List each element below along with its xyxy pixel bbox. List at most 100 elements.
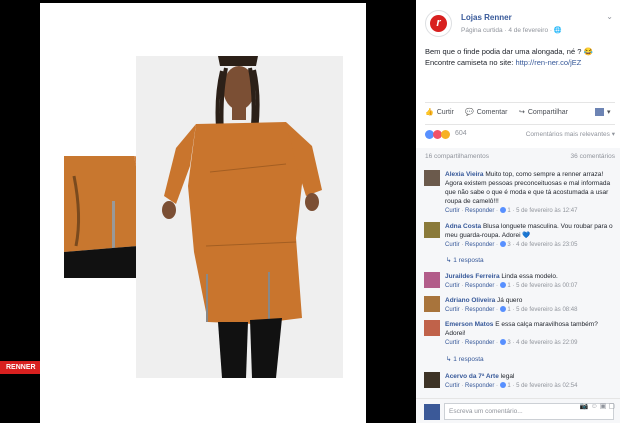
page-name-link[interactable]: Lojas Renner	[461, 13, 512, 22]
comment-like-count: 1	[507, 307, 511, 313]
commenter-name[interactable]: Alexia Vieira	[445, 171, 484, 178]
page-avatar[interactable]: r	[425, 10, 452, 37]
composer-tools: 📷☺▣▢	[580, 402, 617, 410]
comment-time[interactable]: 4 de fevereiro às 23:05	[516, 242, 577, 248]
view-replies-link[interactable]: ↳ 1 resposta	[446, 355, 484, 363]
comment-reply-button[interactable]: Responder	[465, 242, 494, 248]
comment-sort-dropdown[interactable]: Comentários mais relevantes ▾	[526, 130, 615, 138]
like-count-icon	[499, 339, 506, 345]
renner-logo: r	[430, 15, 447, 32]
commenter-name[interactable]: Adna Costa	[445, 223, 481, 230]
avatar[interactable]	[424, 272, 440, 288]
like-count-icon	[499, 282, 506, 288]
comment-like-button[interactable]: Curtir	[445, 242, 460, 248]
post-header: r Lojas Renner Página curtida · 4 de fev…	[425, 10, 615, 40]
comment-like-button[interactable]: Curtir	[445, 208, 460, 214]
comment-footer: Curtir · Responder · 3 · 4 de fevereiro …	[445, 241, 578, 248]
comment-like-count: 1	[507, 208, 511, 214]
renner-brand-tag: RENNER	[0, 361, 40, 374]
avatar[interactable]	[424, 170, 440, 186]
comment-like-count: 3	[507, 242, 511, 248]
replies-count: 1 resposta	[453, 356, 484, 363]
commenter-name[interactable]: Adriano Oliveira	[445, 297, 495, 304]
view-replies-link[interactable]: ↳ 1 resposta	[446, 256, 484, 264]
comment-footer: Curtir · Responder · 1 · 5 de fevereiro …	[445, 382, 578, 389]
emoji-icon[interactable]: ☺	[591, 403, 600, 410]
comment-body: Adna Costa Blusa longuete masculina. Vou…	[445, 222, 613, 250]
comment-body: Juraildes Ferreira Linda essa modelo. Cu…	[445, 272, 613, 291]
comment-like-button[interactable]: Curtir	[445, 340, 460, 346]
share-label: Compartilhar	[527, 108, 568, 116]
like-count-icon	[499, 241, 506, 247]
comment-like-button[interactable]: Curtir	[445, 283, 460, 289]
commenter-name[interactable]: Acervo da 7ª Arte	[445, 373, 499, 380]
divider	[425, 124, 615, 125]
post-text-line1: Bem que o finde podia dar uma alongada, …	[425, 47, 593, 56]
avatar[interactable]	[424, 320, 440, 336]
post-options-icon[interactable]: ⌄	[606, 12, 613, 21]
post-link[interactable]: http://ren-ner.co/jEZ	[515, 58, 581, 67]
comment-time[interactable]: 4 de fevereiro às 22:09	[516, 340, 577, 346]
comment-icon: 💬	[465, 109, 474, 116]
comments-section: 16 compartilhamentos 36 comentários Alex…	[416, 148, 620, 398]
avatar[interactable]	[424, 372, 440, 388]
facebook-photo-theater: RENNER r Lojas Renner Página curtida · 4…	[0, 0, 620, 423]
camera-icon[interactable]: 📷	[580, 403, 591, 410]
comment-like-button[interactable]: Curtir	[445, 307, 460, 313]
comment-time[interactable]: 5 de fevereiro às 00:07	[516, 283, 577, 289]
post-meta-text: Página curtida · 4 de fevereiro ·	[461, 27, 553, 34]
comment-like-count: 1	[507, 283, 511, 289]
comment-text: Já quero	[497, 297, 523, 304]
comment-time[interactable]: 5 de fevereiro às 12:47	[516, 208, 577, 214]
comment-reply-button[interactable]: Responder	[465, 283, 494, 289]
like-icon: 👍	[425, 109, 434, 116]
like-count-icon	[499, 306, 506, 312]
comment-sort-label: Comentários mais relevantes	[525, 131, 610, 138]
like-label: Curtir	[436, 108, 454, 116]
post-text: Bem que o finde podia dar uma alongada, …	[425, 46, 615, 68]
comment-button[interactable]: 💬 Comentar	[465, 108, 508, 117]
post-text-line2: Encontre camiseta no site: http://ren-ne…	[425, 57, 615, 68]
reaction-count: 604	[455, 130, 467, 137]
comment-reply-button[interactable]: Responder	[465, 383, 494, 389]
comment-body: Acervo da 7ª Arte legal Curtir · Respond…	[445, 372, 613, 391]
post-photo	[40, 3, 366, 423]
commenter-name[interactable]: Emerson Matos	[445, 321, 493, 328]
comment-footer: Curtir · Responder · 1 · 5 de fevereiro …	[445, 282, 578, 289]
commenter-name[interactable]: Juraildes Ferreira	[445, 273, 500, 280]
reactions-bar[interactable]: 604 Comentários mais relevantes ▾	[425, 128, 615, 142]
avatar[interactable]	[424, 222, 440, 238]
comment-footer: Curtir · Responder · 3 · 4 de fevereiro …	[445, 339, 578, 346]
comment-time[interactable]: 5 de fevereiro às 08:48	[516, 307, 577, 313]
comment-reply-button[interactable]: Responder	[465, 340, 494, 346]
haha-reaction-icon	[441, 130, 450, 139]
comment-composer: Escreva um comentário... 📷☺▣▢	[416, 398, 620, 423]
share-icon: ↪	[519, 109, 525, 116]
avatar[interactable]	[424, 296, 440, 312]
comment-time[interactable]: 5 de fevereiro às 02:54	[516, 383, 577, 389]
engagement-counts: 16 compartilhamentos 36 comentários	[425, 153, 615, 160]
share-as-selector[interactable]: ▾	[595, 108, 611, 116]
comment-like-button[interactable]: Curtir	[445, 383, 460, 389]
divider	[425, 102, 615, 103]
chevron-down-icon: ▾	[607, 109, 611, 116]
share-count[interactable]: 16 compartilhamentos	[425, 153, 489, 160]
comment-body: Adriano Oliveira Já quero Curtir · Respo…	[445, 296, 613, 315]
comment-label: Comentar	[476, 108, 508, 116]
share-button[interactable]: ↪ Compartilhar	[519, 108, 568, 117]
photo-viewer[interactable]: RENNER	[0, 0, 416, 423]
comment-count[interactable]: 36 comentários	[571, 153, 615, 160]
like-count-icon	[499, 382, 506, 388]
comment-reply-button[interactable]: Responder	[465, 307, 494, 313]
comment-footer: Curtir · Responder · 1 · 5 de fevereiro …	[445, 306, 578, 313]
comment-text: legal	[500, 373, 515, 380]
comment-like-count: 3	[507, 340, 511, 346]
sticker-icon[interactable]: ▢	[608, 403, 617, 410]
current-user-avatar	[424, 404, 440, 420]
comment-reply-button[interactable]: Responder	[465, 208, 494, 214]
comment-text: Linda essa modelo.	[501, 273, 558, 280]
comment-body: Alexia Vieira Muito top, como sempre a r…	[445, 170, 613, 216]
comment-body: Emerson Matos E essa calça maravilhosa t…	[445, 320, 613, 348]
like-button[interactable]: 👍 Curtir	[425, 108, 454, 117]
comment-like-count: 1	[507, 383, 511, 389]
